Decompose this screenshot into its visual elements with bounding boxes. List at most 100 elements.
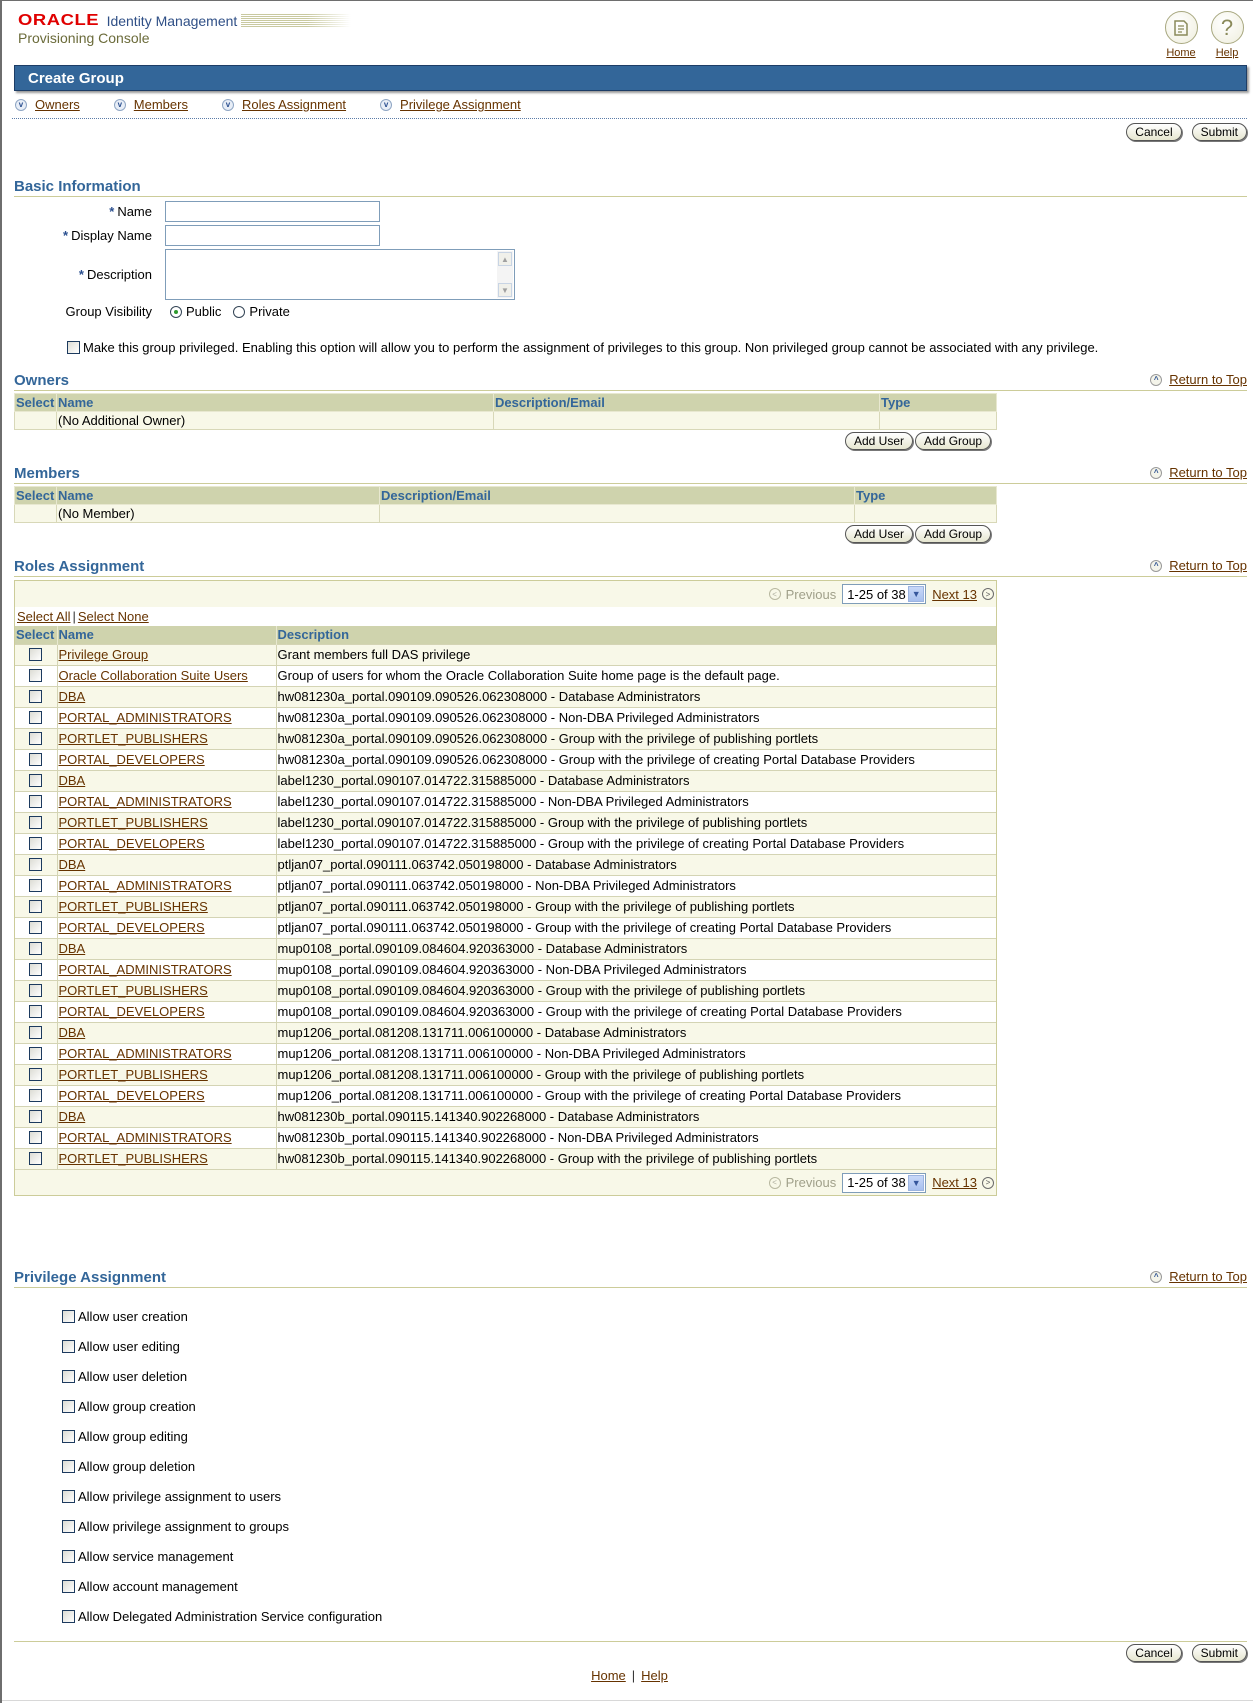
quick-link-owners[interactable]: v Owners bbox=[15, 97, 80, 112]
role-select-checkbox[interactable] bbox=[29, 1068, 43, 1081]
home-link[interactable]: Home bbox=[1166, 47, 1195, 59]
submit-button-bottom[interactable]: Submit bbox=[1191, 1644, 1247, 1662]
privilege-checkbox[interactable] bbox=[62, 1550, 75, 1563]
role-select-checkbox[interactable] bbox=[29, 732, 43, 745]
role-select-checkbox[interactable] bbox=[29, 1005, 43, 1018]
role-name-link[interactable]: PORTLET_PUBLISHERS bbox=[59, 1067, 208, 1082]
role-name-link[interactable]: PORTLET_PUBLISHERS bbox=[59, 815, 208, 830]
visibility-private-label[interactable]: Private bbox=[249, 304, 289, 319]
role-name-link[interactable]: PORTAL_DEVELOPERS bbox=[59, 1088, 205, 1103]
role-select-checkbox[interactable] bbox=[29, 669, 43, 682]
role-select-checkbox[interactable] bbox=[29, 900, 43, 913]
role-name-link[interactable]: PORTAL_ADMINISTRATORS bbox=[59, 962, 232, 977]
role-name-link[interactable]: DBA bbox=[59, 1109, 86, 1124]
role-select-checkbox[interactable] bbox=[29, 711, 43, 724]
return-to-top-roles[interactable]: ^ Return to Top bbox=[1150, 558, 1247, 573]
role-select-checkbox[interactable] bbox=[29, 753, 43, 766]
visibility-public-radio[interactable] bbox=[170, 305, 182, 318]
help-icon[interactable]: ? bbox=[1210, 11, 1244, 44]
scroll-up-icon[interactable]: ▲ bbox=[498, 252, 512, 266]
privilege-checkbox[interactable] bbox=[62, 1460, 75, 1473]
range-select-bottom[interactable]: 1-25 of 38 ▼ bbox=[842, 1172, 927, 1193]
role-name-link[interactable]: DBA bbox=[59, 857, 86, 872]
description-textarea[interactable]: ▲ ▼ bbox=[165, 249, 515, 300]
role-select-checkbox[interactable] bbox=[29, 774, 43, 787]
dropdown-arrow-icon[interactable]: ▼ bbox=[908, 1174, 925, 1191]
next-icon[interactable]: > bbox=[982, 1176, 994, 1189]
next-icon[interactable]: > bbox=[982, 588, 994, 600]
privileged-checkbox[interactable] bbox=[67, 341, 80, 354]
privilege-checkbox[interactable] bbox=[62, 1490, 75, 1503]
cancel-button-top[interactable]: Cancel bbox=[1126, 123, 1182, 141]
select-all-link[interactable]: Select All bbox=[17, 609, 70, 624]
privilege-checkbox[interactable] bbox=[62, 1340, 75, 1353]
help-link[interactable]: Help bbox=[1216, 47, 1239, 59]
dropdown-arrow-icon[interactable]: ▼ bbox=[908, 586, 925, 602]
role-name-link[interactable]: PORTAL_ADMINISTRATORS bbox=[59, 794, 232, 809]
privilege-checkbox[interactable] bbox=[62, 1520, 75, 1533]
role-select-checkbox[interactable] bbox=[29, 963, 43, 976]
role-name-link[interactable]: PORTLET_PUBLISHERS bbox=[59, 983, 208, 998]
visibility-public-label[interactable]: Public bbox=[186, 304, 221, 319]
members-add-user-button[interactable]: Add User bbox=[845, 525, 914, 543]
privilege-checkbox[interactable] bbox=[62, 1310, 75, 1323]
scroll-down-icon[interactable]: ▼ bbox=[498, 283, 512, 297]
select-none-link[interactable]: Select None bbox=[78, 609, 149, 624]
submit-button-top[interactable]: Submit bbox=[1191, 123, 1247, 141]
next-link-bottom[interactable]: Next 13 > bbox=[932, 1175, 994, 1190]
role-name-link[interactable]: PORTAL_DEVELOPERS bbox=[59, 920, 205, 935]
global-help[interactable]: ? Help bbox=[1209, 11, 1245, 59]
global-home[interactable]: Home bbox=[1163, 11, 1199, 59]
role-select-checkbox[interactable] bbox=[29, 984, 43, 997]
home-icon[interactable] bbox=[1164, 11, 1198, 44]
role-select-checkbox[interactable] bbox=[29, 1152, 43, 1166]
owners-add-user-button[interactable]: Add User bbox=[845, 432, 914, 450]
role-select-checkbox[interactable] bbox=[29, 690, 43, 703]
footer-help-link[interactable]: Help bbox=[641, 1668, 668, 1683]
role-select-checkbox[interactable] bbox=[29, 795, 43, 808]
role-name-link[interactable]: PORTAL_ADMINISTRATORS bbox=[59, 710, 232, 725]
return-to-top-members[interactable]: ^ Return to Top bbox=[1150, 465, 1247, 480]
role-name-link[interactable]: DBA bbox=[59, 1025, 86, 1040]
role-name-link[interactable]: Oracle Collaboration Suite Users bbox=[59, 668, 248, 683]
role-select-checkbox[interactable] bbox=[29, 858, 43, 871]
role-select-checkbox[interactable] bbox=[29, 837, 43, 850]
privilege-checkbox[interactable] bbox=[62, 1430, 75, 1443]
privilege-checkbox[interactable] bbox=[62, 1370, 75, 1383]
role-select-checkbox[interactable] bbox=[29, 816, 43, 829]
return-to-top-owners[interactable]: ^ Return to Top bbox=[1150, 372, 1247, 387]
role-select-checkbox[interactable] bbox=[29, 1131, 43, 1144]
range-select-top[interactable]: 1-25 of 38 ▼ bbox=[842, 584, 927, 604]
role-name-link[interactable]: DBA bbox=[59, 689, 86, 704]
cancel-button-bottom[interactable]: Cancel bbox=[1126, 1644, 1182, 1662]
role-select-checkbox[interactable] bbox=[29, 879, 43, 892]
quick-link-privilege-assignment[interactable]: v Privilege Assignment bbox=[380, 97, 521, 112]
role-select-checkbox[interactable] bbox=[29, 1089, 43, 1102]
role-select-checkbox[interactable] bbox=[29, 648, 43, 661]
privilege-checkbox[interactable] bbox=[62, 1610, 75, 1623]
footer-home-link[interactable]: Home bbox=[591, 1668, 626, 1683]
owners-add-group-button[interactable]: Add Group bbox=[915, 432, 992, 450]
role-name-link[interactable]: PORTLET_PUBLISHERS bbox=[59, 1151, 208, 1166]
quick-link-roles-assignment[interactable]: v Roles Assignment bbox=[221, 97, 346, 112]
visibility-private-radio[interactable] bbox=[233, 305, 246, 318]
next-link-top[interactable]: Next 13 > bbox=[932, 587, 994, 602]
role-name-link[interactable]: DBA bbox=[59, 773, 86, 788]
privilege-checkbox[interactable] bbox=[62, 1580, 75, 1593]
quick-link-members[interactable]: v Members bbox=[113, 97, 188, 112]
privilege-checkbox[interactable] bbox=[62, 1400, 75, 1413]
name-input[interactable] bbox=[165, 201, 380, 222]
textarea-scrollbar[interactable]: ▲ ▼ bbox=[497, 251, 513, 298]
role-name-link[interactable]: PORTLET_PUBLISHERS bbox=[59, 899, 208, 914]
display-name-input[interactable] bbox=[165, 225, 380, 246]
role-name-link[interactable]: PORTLET_PUBLISHERS bbox=[59, 731, 208, 746]
role-name-link[interactable]: PORTAL_ADMINISTRATORS bbox=[59, 1046, 232, 1061]
role-name-link[interactable]: PORTAL_DEVELOPERS bbox=[59, 1004, 205, 1019]
role-select-checkbox[interactable] bbox=[29, 1047, 43, 1060]
role-name-link[interactable]: DBA bbox=[59, 941, 86, 956]
role-name-link[interactable]: PORTAL_DEVELOPERS bbox=[59, 836, 205, 851]
role-name-link[interactable]: PORTAL_DEVELOPERS bbox=[59, 752, 205, 767]
role-name-link[interactable]: PORTAL_ADMINISTRATORS bbox=[59, 878, 232, 893]
role-name-link[interactable]: Privilege Group bbox=[59, 647, 149, 662]
role-select-checkbox[interactable] bbox=[29, 1110, 43, 1123]
